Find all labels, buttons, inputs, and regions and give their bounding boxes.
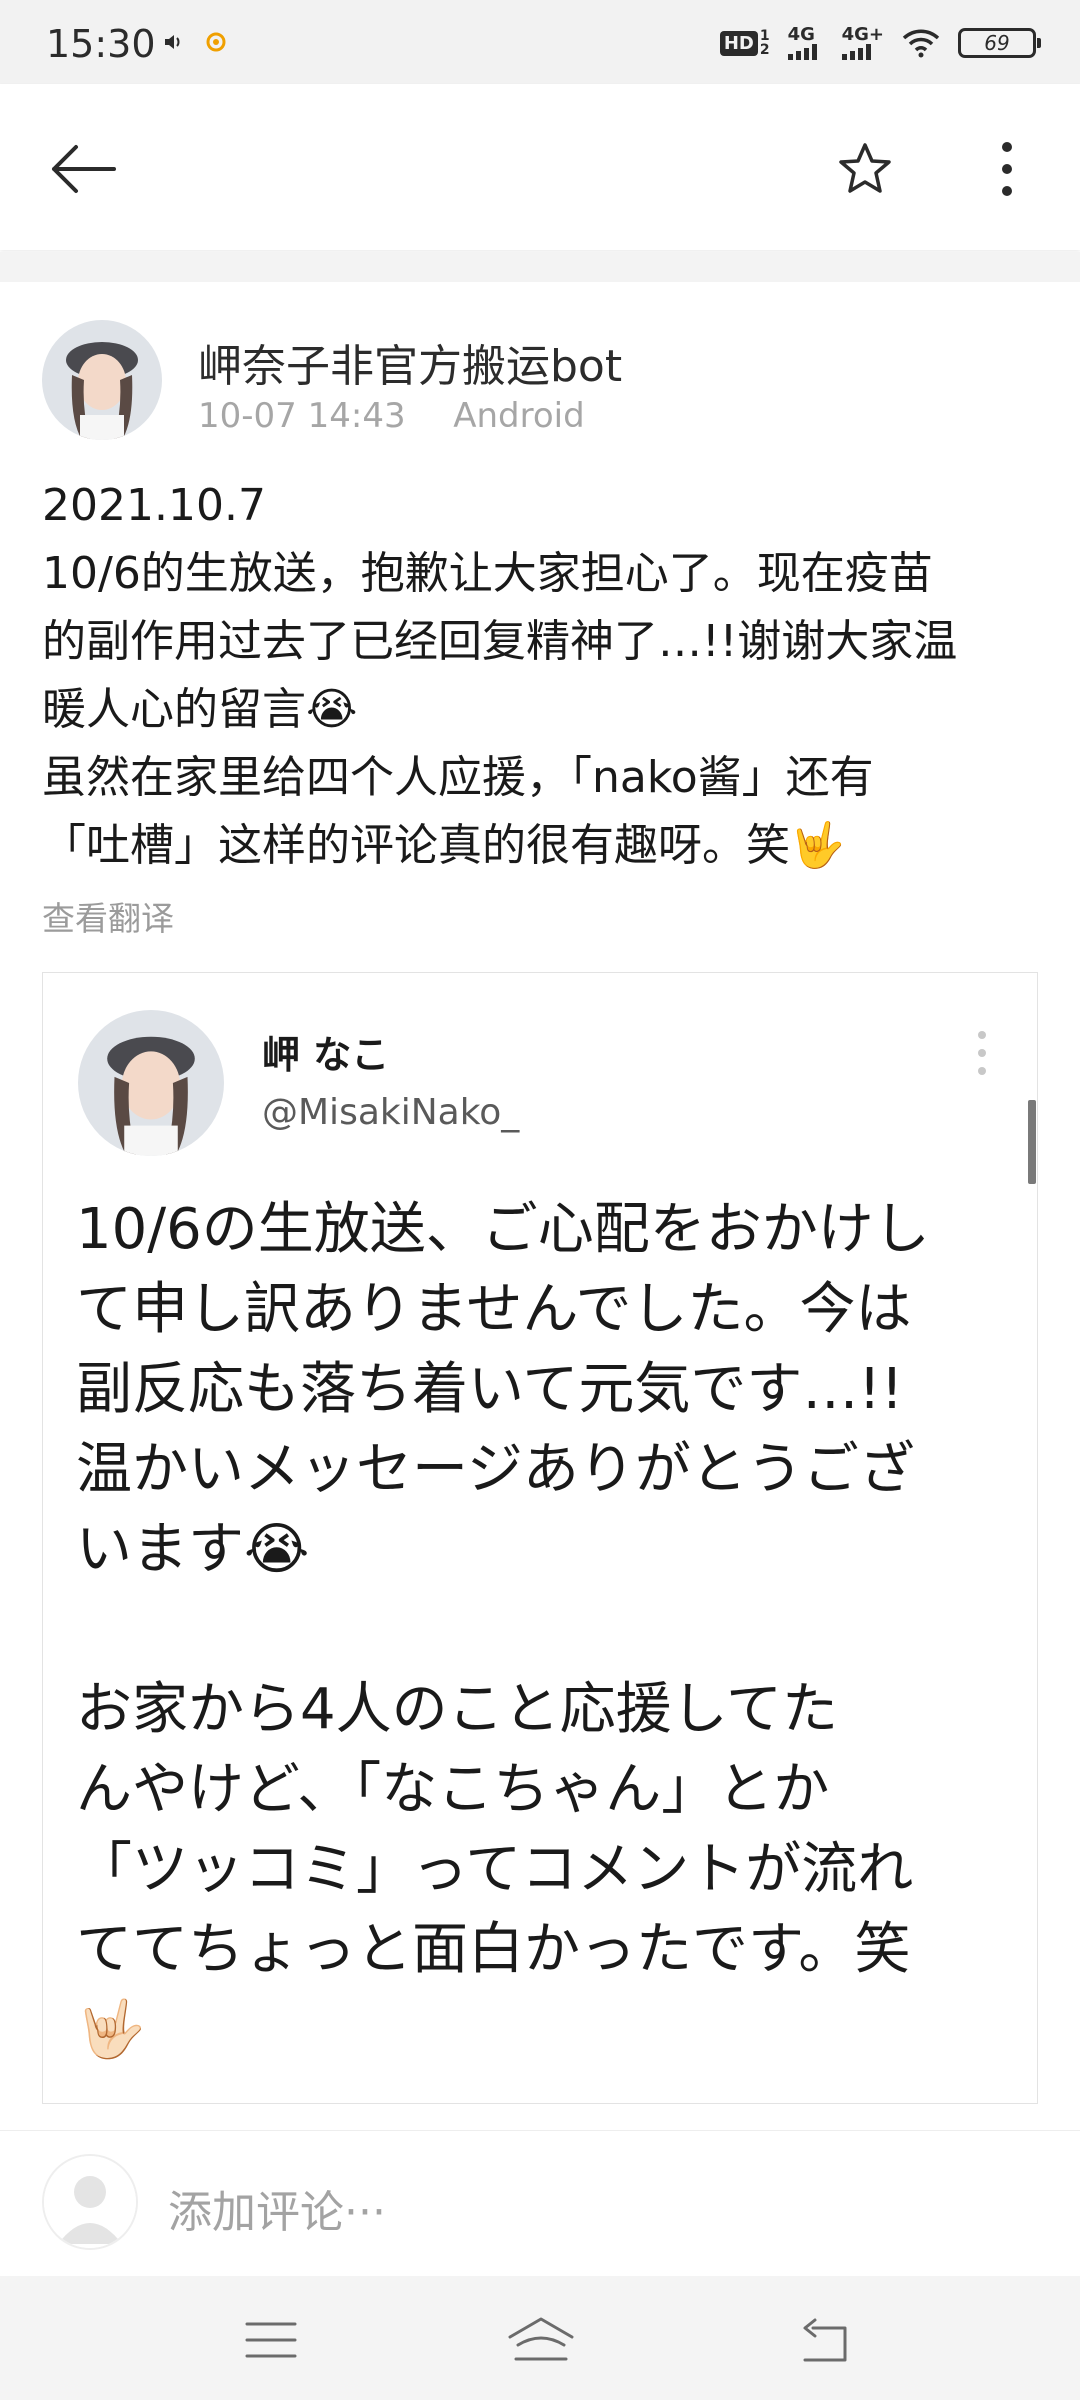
- tweet-line: 10/6の生放送、ご心配をおかけし: [76, 1197, 930, 1262]
- nav-back-button[interactable]: [790, 2312, 860, 2368]
- status-bar: 15:30 HD 12 4G 4G+ 69: [0, 0, 1080, 84]
- post-body: 2021.10.7 10/6的生放送，抱歉让大家担心了。现在疫苗 的副作用过去了…: [42, 472, 1042, 880]
- tweet-line: 副反応も落ち着いて元気です…!!: [76, 1357, 904, 1422]
- top-toolbar: [0, 84, 1080, 250]
- post-timestamp: 10-07 14:43: [198, 396, 406, 436]
- post-line: 「吐槽」这样的评论真的很有趣呀。笑🤟: [42, 820, 845, 871]
- tweet-more-icon: [978, 1031, 986, 1075]
- star-icon: [839, 143, 891, 193]
- post-line: 2021.10.7: [42, 480, 266, 531]
- post-line: 暖人心的留言😭: [42, 684, 358, 735]
- tweet-line: 「ツッコミ」ってコメントが流れ: [76, 1837, 914, 1902]
- back-arrow-icon: [52, 145, 116, 193]
- tweet-body: 10/6の生放送、ご心配をおかけし て申し訳ありませんでした。今は 副反応も落ち…: [76, 1190, 1016, 2070]
- avatar-photo: [42, 320, 162, 440]
- tweet-line: [76, 1590, 1016, 1670]
- volume-icon: [165, 35, 180, 49]
- favorite-button[interactable]: [830, 134, 900, 204]
- app-notification-icon: [206, 32, 226, 52]
- status-time: 15:30: [46, 22, 156, 66]
- more-vertical-icon: [1002, 142, 1012, 196]
- add-comment-input[interactable]: 添加评论···: [168, 2176, 386, 2240]
- tweet-scrollbar: [1028, 1100, 1036, 1184]
- tweet-line: んやけど、「なこちゃん」とか: [76, 1757, 830, 1822]
- default-avatar-icon: [44, 2156, 136, 2248]
- wifi-icon: [902, 29, 940, 58]
- battery-indicator: 69: [958, 28, 1041, 58]
- signal-2-icon: 4G+: [841, 26, 884, 60]
- signal-1-icon: 4G: [787, 26, 824, 60]
- status-left-icons: [162, 30, 228, 54]
- author-avatar[interactable]: [42, 320, 162, 440]
- back-button[interactable]: [48, 134, 118, 204]
- home-icon: [508, 2317, 574, 2361]
- tweet-author-handle: @MisakiNako_: [262, 1092, 520, 1133]
- status-right-icons: HD 12 4G 4G+ 69: [719, 26, 1041, 60]
- tweet-author-name: 岬 なこ: [262, 1033, 390, 1077]
- tweet-line: 🤟🏻: [76, 1997, 146, 2062]
- tweet-avatar: [78, 1010, 224, 1156]
- back-icon: [803, 2318, 847, 2362]
- view-translation-link[interactable]: 查看翻译: [42, 892, 174, 940]
- tweet-line: 温かいメッセージありがとうござ: [76, 1437, 915, 1502]
- tweet-line: います😭: [76, 1517, 310, 1582]
- author-name[interactable]: 岬奈子非官方搬运bot: [198, 330, 622, 394]
- system-nav-bar: [0, 2276, 1080, 2400]
- nav-home-button[interactable]: [506, 2312, 576, 2368]
- tweet-line: て申し訳ありませんでした。今は: [76, 1277, 912, 1342]
- tweet-avatar-photo: [78, 1010, 224, 1156]
- hd-icon: HD 12: [719, 29, 770, 57]
- post-line: 的副作用过去了已经回复精神了…!!谢谢大家温: [42, 616, 958, 667]
- section-separator: [0, 252, 1080, 282]
- more-options-button[interactable]: [972, 134, 1042, 204]
- post-source: Android: [453, 396, 585, 436]
- post-line: 虽然在家里给四个人应援，「nako酱」还有: [42, 752, 874, 803]
- menu-icon: [245, 2322, 297, 2358]
- post-line: 10/6的生放送，抱歉让大家担心了。现在疫苗: [42, 548, 933, 599]
- post-meta: 10-07 14:43 Android: [198, 396, 585, 436]
- tweet-line: ててちょっと面白かったです。笑: [76, 1917, 911, 1982]
- tweet-line: お家から4人のこと応援してた: [76, 1677, 838, 1742]
- comment-bar: [0, 2130, 1080, 2277]
- nav-menu-button[interactable]: [236, 2312, 306, 2368]
- user-avatar: [42, 2154, 138, 2250]
